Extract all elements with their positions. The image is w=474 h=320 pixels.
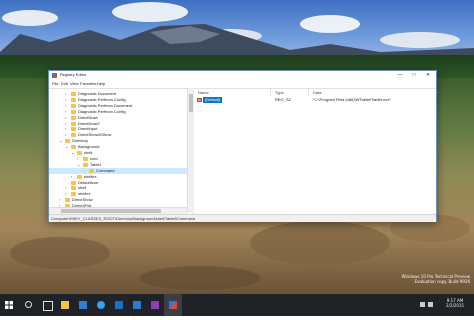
string-value-icon: ab	[197, 98, 202, 102]
folder-icon	[71, 115, 76, 120]
status-path: Computer\HKEY_CLASSES_ROOT\Directory\Bac…	[51, 216, 196, 221]
close-button[interactable]: ✕	[421, 71, 435, 80]
evaluation-watermark: Windows 10 Pro Technical Preview Evaluat…	[380, 274, 470, 284]
folder-icon	[65, 198, 70, 203]
tree-vertical-scrollbar[interactable]	[187, 88, 194, 213]
folder-icon	[77, 151, 82, 155]
column-header-data[interactable]: Data	[313, 90, 321, 95]
folder-icon	[71, 127, 76, 132]
search-button[interactable]	[20, 294, 38, 316]
watermark-line: Evaluation copy. Build 9926	[414, 279, 470, 284]
column-header-name[interactable]: Name	[198, 90, 209, 95]
volume-icon[interactable]	[428, 302, 433, 307]
task-view-button[interactable]	[38, 294, 56, 316]
clock-date: 2/2/2015	[446, 303, 464, 308]
folder-icon	[89, 168, 94, 173]
clock[interactable]: 9:17 AM 2/2/2015	[440, 298, 470, 308]
network-icon[interactable]	[420, 302, 425, 307]
column-separator[interactable]	[270, 89, 271, 96]
folder-icon	[71, 103, 76, 108]
folder-icon	[83, 162, 88, 167]
window-title: Registry Editor	[60, 72, 87, 77]
internet-explorer-icon	[97, 301, 105, 309]
ie-button[interactable]	[92, 294, 110, 316]
regedit-icon	[52, 73, 57, 78]
minimize-button[interactable]: —	[393, 71, 407, 80]
task-view-icon	[43, 301, 53, 311]
folder-icon	[71, 192, 76, 197]
start-button[interactable]	[0, 294, 18, 316]
taskbar: 9:17 AM 2/2/2015	[0, 294, 474, 316]
values-list[interactable]: Name Type Data ab (Default) REG_SZ "C:\P…	[194, 88, 436, 214]
folder-icon	[71, 109, 76, 114]
folder-icon	[71, 145, 76, 150]
calendar-button[interactable]	[128, 294, 146, 316]
key-tree[interactable]: › Diagnostic.Document › Diagnostic.Perfmon.…	[49, 88, 194, 214]
maximize-button[interactable]: □	[407, 71, 421, 80]
calendar-icon	[133, 301, 141, 309]
regedit-taskbar-button[interactable]	[164, 294, 182, 316]
tree-scroll-thumb[interactable]	[189, 94, 193, 112]
folder-icon	[65, 139, 70, 144]
folder-icon	[61, 301, 69, 309]
folder-icon	[71, 133, 76, 138]
menu-view[interactable]: View	[70, 81, 79, 86]
folder-icon	[71, 186, 76, 191]
regedit-icon	[169, 301, 177, 309]
menu-help[interactable]: Help	[97, 81, 105, 86]
search-icon	[25, 301, 32, 308]
windows-logo-icon	[5, 301, 13, 309]
value-type: REG_SZ	[275, 97, 292, 102]
folder-icon	[71, 97, 76, 102]
value-data: "C:\Program Files (x86)\WTablet\Tablet.e…	[313, 97, 391, 102]
store-button[interactable]	[74, 294, 92, 316]
menu-bar: File Edit View Favorites Help	[49, 80, 436, 87]
onenote-button[interactable]	[146, 294, 164, 316]
folder-icon	[71, 121, 76, 126]
tree-hscroll-thumb[interactable]	[61, 209, 161, 213]
tree-horizontal-scrollbar[interactable]	[49, 207, 187, 214]
status-bar: Computer\HKEY_CLASSES_ROOT\Directory\Bac…	[49, 214, 436, 222]
registry-editor-window[interactable]: Registry Editor — □ ✕ File Edit View Fav…	[48, 70, 437, 222]
folder-icon	[83, 156, 88, 161]
menu-favorites[interactable]: Favorites	[80, 81, 96, 86]
onenote-icon	[151, 301, 159, 309]
menu-edit[interactable]: Edit	[61, 81, 68, 86]
folder-icon	[77, 174, 82, 179]
folder-icon	[71, 92, 76, 96]
value-row[interactable]: ab (Default) REG_SZ "C:\Program Files (x…	[194, 97, 434, 103]
mail-icon	[115, 301, 123, 309]
menu-file[interactable]: File	[52, 81, 58, 86]
explorer-button[interactable]	[56, 294, 74, 316]
column-separator[interactable]	[308, 89, 309, 96]
store-icon	[79, 301, 87, 309]
folder-icon	[71, 180, 76, 185]
value-name[interactable]: (Default)	[203, 97, 223, 103]
mail-button[interactable]	[110, 294, 128, 316]
column-header-type[interactable]: Type	[275, 90, 284, 95]
title-bar[interactable]: Registry Editor — □ ✕	[49, 71, 436, 80]
